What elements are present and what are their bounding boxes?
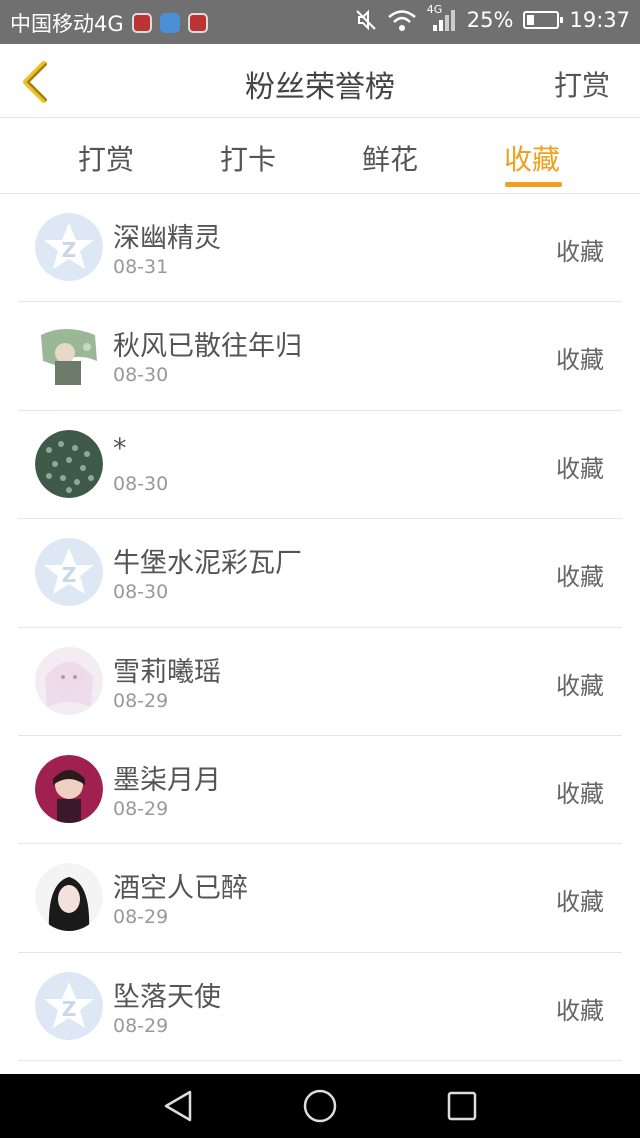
fan-date: 08-29 bbox=[113, 689, 169, 712]
system-nav-bar bbox=[0, 1074, 640, 1138]
fan-name: 酒空人已醉 bbox=[113, 873, 248, 905]
list-item[interactable]: 墨柒月月 08-29 收藏 bbox=[18, 736, 622, 845]
fan-action: 收藏 bbox=[556, 779, 604, 808]
fan-name: 深幽精灵 bbox=[113, 223, 221, 254]
fan-action: 收藏 bbox=[556, 454, 604, 483]
svg-text:Z: Z bbox=[62, 238, 77, 262]
photo-avatar bbox=[35, 754, 103, 823]
reward-button[interactable]: 打赏 bbox=[554, 64, 610, 104]
signal-icon: 4G bbox=[427, 3, 457, 31]
list-item[interactable]: 酒空人已醉 08-29 收藏 bbox=[18, 844, 622, 953]
fan-action: 收藏 bbox=[556, 346, 604, 375]
fan-name: 雪莉曦瑶 bbox=[113, 656, 221, 688]
fan-date: 08-30 bbox=[113, 472, 169, 495]
list-item[interactable]: 秋风已散往年归 08-30 收藏 bbox=[18, 302, 622, 411]
pattern-avatar bbox=[35, 429, 103, 498]
portrait-avatar bbox=[35, 863, 103, 932]
fan-action: 收藏 bbox=[556, 563, 604, 592]
fan-date: 08-30 bbox=[113, 364, 169, 387]
fan-date: 08-29 bbox=[113, 906, 169, 929]
list-item[interactable]: * 08-30 收藏 bbox=[18, 411, 622, 520]
anime-avatar bbox=[35, 646, 103, 715]
status-bar: 中国移动4G 4G 25% 19:37 bbox=[0, 0, 640, 44]
list-item[interactable]: 雪莉曦瑶 08-29 收藏 bbox=[18, 628, 622, 736]
default-avatar: Z bbox=[35, 538, 103, 607]
default-avatar: Z bbox=[35, 213, 103, 281]
app-notification-icon-2 bbox=[187, 13, 208, 33]
fan-action: 收藏 bbox=[556, 671, 604, 700]
fan-name: 墨柒月月 bbox=[113, 764, 221, 796]
app-notification-icon bbox=[131, 13, 152, 33]
fan-name: 牛堡水泥彩瓦厂 bbox=[113, 548, 302, 580]
svg-text:Z: Z bbox=[62, 563, 77, 587]
header: 粉丝荣誉榜 打赏 bbox=[0, 44, 640, 118]
fan-date: 08-31 bbox=[113, 256, 169, 278]
wifi-icon bbox=[387, 10, 416, 31]
nav-recents-icon[interactable] bbox=[444, 1088, 480, 1124]
tab-bar: 打赏 打卡 鲜花 收藏 bbox=[0, 118, 640, 194]
fan-name: * bbox=[113, 432, 127, 464]
fan-list: Z 深幽精灵 08-31 收藏 秋风已散往年归 08-30 收藏 * 08-30… bbox=[18, 194, 622, 1062]
tab-favorites[interactable]: 收藏 bbox=[487, 138, 577, 178]
fan-action: 收藏 bbox=[556, 996, 604, 1025]
cloud-notification-icon bbox=[159, 13, 180, 33]
illustration-avatar bbox=[35, 321, 103, 390]
mute-icon bbox=[356, 9, 376, 31]
fan-action: 收藏 bbox=[556, 238, 604, 266]
list-item[interactable]: Z 深幽精灵 08-31 收藏 bbox=[18, 194, 622, 303]
tab-flowers[interactable]: 鲜花 bbox=[345, 138, 435, 178]
tab-checkin[interactable]: 打卡 bbox=[203, 138, 293, 178]
clock: 19:37 bbox=[569, 8, 630, 32]
tab-reward[interactable]: 打赏 bbox=[61, 138, 151, 178]
fan-date: 08-30 bbox=[113, 581, 169, 604]
battery-icon bbox=[523, 11, 564, 29]
fan-action: 收藏 bbox=[556, 888, 604, 917]
fan-name: 坠落天使 bbox=[113, 981, 221, 1013]
fan-date: 08-29 bbox=[113, 1014, 169, 1037]
carrier-label: 中国移动4G bbox=[10, 12, 124, 36]
page-title: 粉丝荣誉榜 bbox=[245, 70, 395, 105]
active-tab-indicator bbox=[505, 182, 562, 187]
battery-percent: 25% bbox=[466, 8, 514, 32]
default-avatar: Z bbox=[35, 971, 103, 1040]
list-item[interactable]: Z 坠落天使 08-29 收藏 bbox=[18, 953, 622, 1062]
fan-date: 08-29 bbox=[113, 797, 169, 820]
svg-text:Z: Z bbox=[62, 997, 77, 1021]
list-item[interactable]: Z 牛堡水泥彩瓦厂 08-30 收藏 bbox=[18, 519, 622, 628]
nav-home-icon[interactable] bbox=[302, 1088, 338, 1124]
nav-back-icon[interactable] bbox=[160, 1088, 196, 1124]
fan-name: 秋风已散往年归 bbox=[113, 331, 302, 363]
